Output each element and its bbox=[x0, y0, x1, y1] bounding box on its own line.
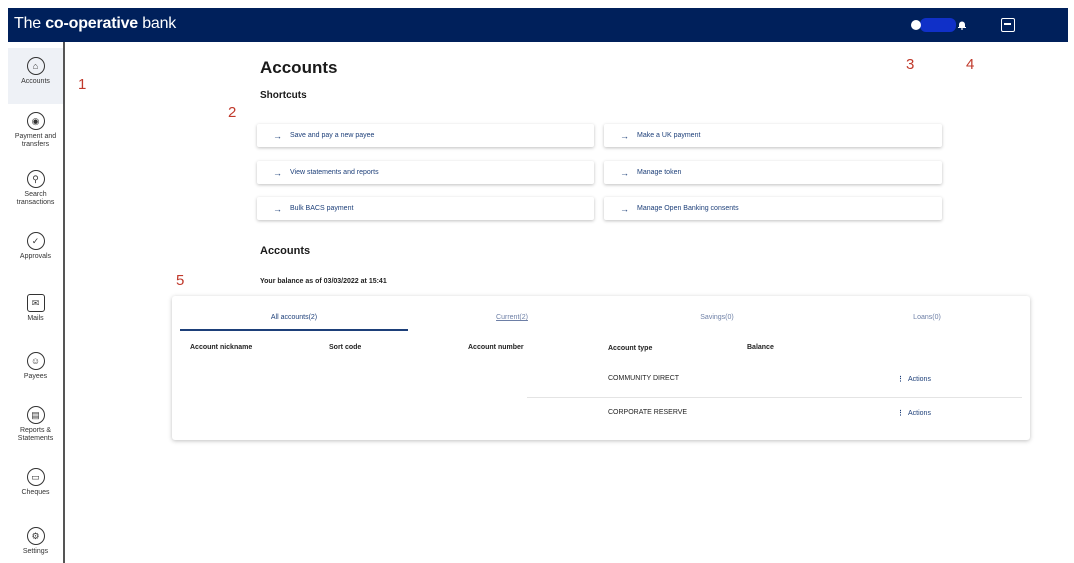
user-icon[interactable] bbox=[908, 17, 924, 33]
page-title: Accounts bbox=[260, 58, 338, 77]
shortcut-save-and-pay-new-payee[interactable]: → Save and pay a new payee bbox=[257, 124, 594, 147]
col-account-type: Account type bbox=[608, 345, 653, 352]
home-icon: ⌂ bbox=[26, 57, 45, 75]
shortcut-label: Manage token bbox=[637, 169, 682, 176]
sidebar-item-label: Reports & Statements bbox=[17, 427, 54, 442]
sidebar-item-accounts[interactable]: ⌂ Accounts bbox=[8, 48, 63, 104]
arrow-right-icon: → bbox=[273, 130, 282, 141]
shortcut-make-uk-payment[interactable]: → Make a UK payment bbox=[604, 124, 942, 147]
sidebar: ⌂ Accounts ◉ Payment and transfers ⚲ Sea… bbox=[8, 42, 65, 563]
sidebar-item-reports[interactable]: ▤ Reports & Statements bbox=[8, 406, 63, 443]
active-tab-indicator bbox=[180, 329, 408, 331]
annotation-5: 5 bbox=[176, 272, 185, 289]
actions-button-row-1[interactable]: ⋮ Actions bbox=[897, 375, 931, 383]
shortcut-label: View statements and reports bbox=[290, 169, 379, 176]
sidebar-item-mails[interactable]: ✉ Mails bbox=[8, 294, 63, 323]
balance-timestamp: Your balance as of 03/03/2022 at 15:41 bbox=[260, 278, 387, 285]
sidebar-item-settings[interactable]: ⚙ Settings bbox=[8, 527, 63, 556]
arrow-right-icon: → bbox=[620, 203, 629, 214]
sidebar-item-payment[interactable]: ◉ Payment and transfers bbox=[8, 112, 63, 149]
account-type-row-1: COMMUNITY DIRECT bbox=[608, 375, 680, 382]
row-divider bbox=[527, 397, 1022, 398]
shortcut-label: Bulk BACS payment bbox=[290, 205, 354, 212]
actions-button-row-2[interactable]: ⋮ Actions bbox=[897, 409, 931, 417]
shortcut-bulk-bacs-payment[interactable]: → Bulk BACS payment bbox=[257, 197, 594, 220]
kebab-icon: ⋮ bbox=[897, 410, 904, 417]
col-sort-code: Sort code bbox=[329, 344, 362, 351]
brand-logo[interactable]: The co-operative bank bbox=[14, 15, 176, 33]
cheque-icon: ▭ bbox=[26, 468, 45, 486]
actions-label: Actions bbox=[908, 376, 931, 383]
brand-suffix: bank bbox=[137, 15, 177, 32]
sidebar-item-label: Payees bbox=[23, 373, 48, 380]
tab-all-accounts[interactable]: All accounts(2) bbox=[180, 314, 408, 321]
shortcut-label: Make a UK payment bbox=[637, 132, 701, 139]
sidebar-item-payees[interactable]: ☺ Payees bbox=[8, 352, 63, 381]
account-type-row-2: CORPORATE RESERVE bbox=[608, 409, 688, 416]
tab-current[interactable]: Current(2) bbox=[472, 314, 552, 321]
payment-icon: ◉ bbox=[26, 112, 45, 130]
accounts-heading: Accounts bbox=[260, 245, 311, 257]
shortcut-label: Manage Open Banking consents bbox=[637, 205, 739, 212]
sidebar-item-cheques[interactable]: ▭ Cheques bbox=[8, 468, 63, 497]
tab-loans[interactable]: Loans(0) bbox=[897, 314, 957, 321]
annotation-1: 1 bbox=[78, 76, 87, 93]
sidebar-item-label: Cheques bbox=[21, 489, 50, 496]
sidebar-item-label: Settings bbox=[22, 548, 49, 555]
logout-icon[interactable] bbox=[1000, 17, 1016, 33]
sidebar-item-label: Mails bbox=[27, 315, 44, 322]
col-balance: Balance bbox=[747, 344, 774, 351]
annotation-2: 2 bbox=[228, 104, 237, 121]
sidebar-item-approvals[interactable]: ✓ Approvals bbox=[8, 232, 63, 261]
arrow-right-icon: → bbox=[620, 167, 629, 178]
brand-bold: co-operative bbox=[45, 15, 138, 32]
payee-icon: ☺ bbox=[26, 352, 45, 370]
search-icon: ⚲ bbox=[26, 170, 45, 188]
top-bar: The co-operative bank bbox=[8, 8, 1068, 42]
report-icon: ▤ bbox=[26, 406, 45, 424]
shortcut-view-statements[interactable]: → View statements and reports bbox=[257, 161, 594, 184]
kebab-icon: ⋮ bbox=[897, 376, 904, 383]
annotation-3: 3 bbox=[906, 56, 915, 73]
settings-icon: ⚙ bbox=[26, 527, 45, 545]
mail-icon: ✉ bbox=[26, 294, 45, 312]
shortcut-manage-token[interactable]: → Manage token bbox=[604, 161, 942, 184]
col-account-nickname: Account nickname bbox=[190, 344, 253, 351]
tab-savings[interactable]: Savings(0) bbox=[682, 314, 752, 321]
arrow-right-icon: → bbox=[273, 167, 282, 178]
sidebar-item-label: Approvals bbox=[19, 253, 52, 260]
col-account-number: Account number bbox=[468, 344, 524, 351]
annotation-4: 4 bbox=[966, 56, 975, 73]
sidebar-item-label: Accounts bbox=[21, 78, 50, 85]
actions-label: Actions bbox=[908, 410, 931, 417]
shortcut-manage-open-banking[interactable]: → Manage Open Banking consents bbox=[604, 197, 942, 220]
approvals-icon: ✓ bbox=[26, 232, 45, 250]
bell-icon[interactable] bbox=[954, 17, 970, 33]
brand-prefix: The bbox=[14, 15, 46, 32]
sidebar-item-search[interactable]: ⚲ Search transactions bbox=[8, 170, 63, 207]
arrow-right-icon: → bbox=[273, 203, 282, 214]
sidebar-item-label: Payment and transfers bbox=[14, 133, 57, 148]
arrow-right-icon: → bbox=[620, 130, 629, 141]
sidebar-item-label: Search transactions bbox=[16, 191, 55, 206]
accounts-panel: All accounts(2) Current(2) Savings(0) Lo… bbox=[172, 296, 1030, 440]
shortcut-label: Save and pay a new payee bbox=[290, 132, 375, 139]
shortcuts-heading: Shortcuts bbox=[260, 90, 307, 101]
